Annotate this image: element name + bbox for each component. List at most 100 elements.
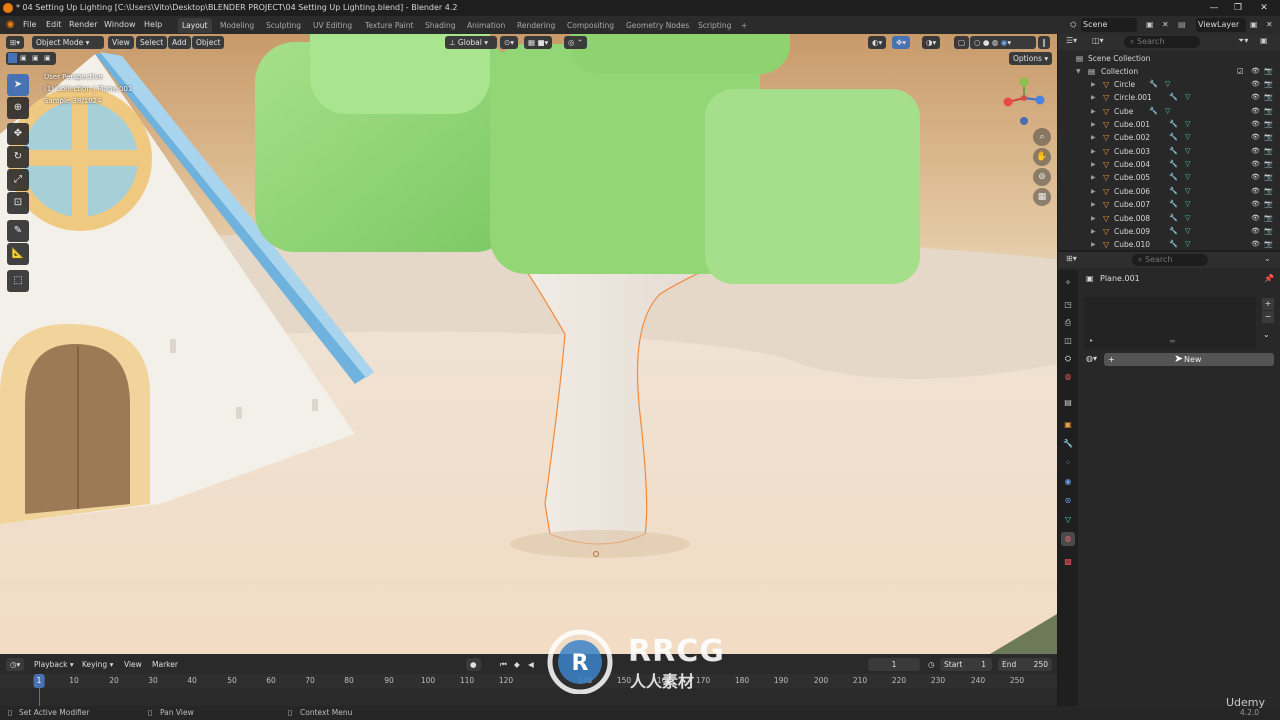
prev-keyframe-icon[interactable]: ◆ bbox=[510, 658, 524, 671]
modifier-wrench-icon[interactable]: 🔧 bbox=[1169, 131, 1178, 144]
add-cube-tool[interactable]: ⬚ bbox=[7, 270, 29, 292]
expand-arrow-icon[interactable]: ▶ bbox=[1091, 91, 1096, 104]
jump-start-icon[interactable]: ⏮ bbox=[496, 658, 511, 671]
scale-tool[interactable]: ⤢ bbox=[7, 169, 29, 191]
modifier-wrench-icon[interactable]: 🔧 bbox=[1169, 185, 1178, 198]
start-frame-field[interactable]: Start 1 bbox=[940, 658, 992, 671]
modifier-tab-icon[interactable]: 🔧 bbox=[1061, 437, 1075, 451]
current-frame-field[interactable]: 1 bbox=[868, 658, 920, 671]
modifier-wrench-icon[interactable]: 🔧 bbox=[1169, 238, 1178, 251]
eye-icon[interactable]: 👁 bbox=[1251, 105, 1260, 118]
frame-ruler[interactable]: 1 10 20 30 40 50 60 70 80 90 100 110 120… bbox=[0, 674, 1057, 688]
viewport-menu-select[interactable]: Select bbox=[136, 36, 168, 49]
collection-tab-icon[interactable]: ▤ bbox=[1061, 396, 1075, 410]
mesh-data-icon[interactable]: ▽ bbox=[1185, 185, 1190, 198]
modifier-wrench-icon[interactable]: 🔧 bbox=[1149, 105, 1158, 118]
maximize-icon[interactable]: ❐ bbox=[1226, 0, 1250, 16]
tab-shading[interactable]: Shading bbox=[421, 18, 459, 33]
outliner-editor-icon[interactable]: ☰▾ bbox=[1066, 36, 1077, 45]
tab-animation[interactable]: Animation bbox=[463, 18, 509, 33]
modifier-wrench-icon[interactable]: 🔧 bbox=[1169, 158, 1178, 171]
object-mode-dropdown[interactable]: Object Mode ▾ bbox=[32, 36, 104, 49]
menu-render[interactable]: Render bbox=[69, 16, 97, 34]
outliner-item[interactable]: ▶ ▽ Circle.001 🔧 ▽ 👁 📷 bbox=[1058, 91, 1280, 104]
outliner-item[interactable]: ▶ ▽ Cube.007 🔧 ▽ 👁 📷 bbox=[1058, 198, 1280, 211]
scene-field[interactable]: Scene bbox=[1081, 18, 1137, 32]
eye-icon[interactable]: 👁 bbox=[1251, 91, 1260, 104]
eye-icon[interactable]: 👁 bbox=[1251, 131, 1260, 144]
rotate-tool[interactable]: ↻ bbox=[7, 146, 29, 168]
timeline-menu-keying[interactable]: Keying ▾ bbox=[78, 658, 117, 671]
menu-edit[interactable]: Edit bbox=[46, 16, 62, 34]
expand-arrow-icon[interactable]: ▶ bbox=[1091, 118, 1096, 131]
mesh-data-icon[interactable]: ▽ bbox=[1185, 212, 1190, 225]
close-icon[interactable]: ✕ bbox=[1252, 0, 1276, 16]
menu-file[interactable]: File bbox=[23, 16, 36, 34]
camera-icon[interactable]: 📷 bbox=[1264, 185, 1273, 198]
mesh-data-icon[interactable]: ▽ bbox=[1185, 198, 1190, 211]
editor-type-icon[interactable]: ⊞▾ bbox=[6, 36, 25, 49]
overlay-toggle-icon[interactable]: ◑▾ bbox=[922, 36, 941, 49]
eye-icon[interactable]: 👁 bbox=[1251, 158, 1260, 171]
play-reverse-icon[interactable]: ◀ bbox=[524, 658, 538, 671]
mesh-data-icon[interactable]: ▽ bbox=[1185, 238, 1190, 251]
modifier-wrench-icon[interactable]: 🔧 bbox=[1169, 91, 1178, 104]
camera-icon[interactable]: 📷 bbox=[1264, 131, 1273, 144]
world-tab-icon[interactable]: ◍ bbox=[1061, 370, 1075, 384]
expand-arrow-icon[interactable]: ▶ bbox=[1091, 131, 1096, 144]
camera-icon[interactable]: 📷 bbox=[1264, 105, 1273, 118]
list-expand-icon[interactable]: ▸ bbox=[1090, 337, 1093, 344]
expand-arrow-icon[interactable]: ▶ bbox=[1091, 238, 1096, 251]
expand-arrow-icon[interactable]: ▶ bbox=[1091, 145, 1096, 158]
outliner-panel[interactable]: ☰▾ ◫▾ ⌕ Search ⏷▾ ▣ ▤ Scene Collection ▼… bbox=[1058, 34, 1280, 250]
constraints-tab-icon[interactable]: ⊛ bbox=[1061, 494, 1075, 508]
delete-scene-icon[interactable]: ✕ bbox=[1162, 16, 1169, 34]
modifier-wrench-icon[interactable]: 🔧 bbox=[1169, 212, 1178, 225]
sidebar-toggle-icon[interactable]: ‖ bbox=[1038, 36, 1050, 49]
collection-row[interactable]: ▼ ▤ Collection ☑ 👁 📷 bbox=[1058, 65, 1280, 78]
properties-search-input[interactable]: ⌕ Search bbox=[1132, 254, 1208, 266]
expand-arrow-icon[interactable]: ▶ bbox=[1091, 171, 1096, 184]
modifier-wrench-icon[interactable]: 🔧 bbox=[1149, 78, 1158, 91]
select-invert-icon[interactable]: ▣ bbox=[44, 54, 51, 62]
ortho-grid-icon[interactable]: ▦ bbox=[1033, 188, 1051, 206]
viewport-menu-view[interactable]: View bbox=[108, 36, 134, 49]
slot-specials-icon[interactable]: ⌄ bbox=[1263, 330, 1270, 339]
tab-geometry-nodes[interactable]: Geometry Nodes bbox=[622, 18, 693, 33]
viewport-menu-add[interactable]: Add bbox=[168, 36, 191, 49]
snap-icon[interactable]: ▦ ■▾ bbox=[524, 36, 553, 49]
end-frame-field[interactable]: End 250 bbox=[998, 658, 1052, 671]
data-tab-icon[interactable]: ▽ bbox=[1061, 513, 1075, 527]
timeline-editor-type-icon[interactable]: ◷▾ bbox=[6, 658, 25, 671]
outliner-search-input[interactable]: ⌕ Search bbox=[1124, 36, 1200, 48]
mesh-data-icon[interactable]: ▽ bbox=[1185, 145, 1190, 158]
axis-gizmo-icon[interactable] bbox=[1000, 74, 1052, 128]
material-slot-list[interactable]: ▸ ═ bbox=[1084, 297, 1256, 349]
expand-arrow-icon[interactable]: ▶ bbox=[1091, 212, 1096, 225]
mesh-data-icon[interactable]: ▽ bbox=[1185, 131, 1190, 144]
options-button[interactable]: Options ▾ bbox=[1009, 52, 1053, 65]
eye-icon[interactable]: 👁 bbox=[1251, 185, 1260, 198]
timeline-menu-view[interactable]: View bbox=[120, 658, 146, 671]
outliner-item[interactable]: ▶ ▽ Cube.009 🔧 ▽ 👁 📷 bbox=[1058, 225, 1280, 238]
tab-sculpting[interactable]: Sculpting bbox=[262, 18, 305, 33]
mesh-data-icon[interactable]: ▽ bbox=[1165, 105, 1170, 118]
expand-arrow-icon[interactable]: ▶ bbox=[1091, 105, 1096, 118]
pan-hand-icon[interactable]: ✋ bbox=[1033, 148, 1051, 166]
camera-icon[interactable]: 📷 bbox=[1264, 171, 1273, 184]
select-subtract-icon[interactable]: ▣ bbox=[32, 54, 39, 62]
expand-arrow-icon[interactable]: ▶ bbox=[1091, 198, 1096, 211]
orientation-dropdown[interactable]: ⊥ Global ▾ bbox=[445, 36, 497, 49]
material-browse-icon[interactable]: ◍▾ bbox=[1086, 354, 1097, 363]
new-scene-icon[interactable]: ▣ bbox=[1146, 16, 1154, 34]
camera-icon[interactable]: 📷 bbox=[1264, 225, 1273, 238]
tab-layout[interactable]: Layout bbox=[178, 18, 212, 33]
mesh-data-icon[interactable]: ▽ bbox=[1185, 225, 1190, 238]
cursor-tool[interactable]: ⊕ bbox=[7, 97, 29, 119]
measure-tool[interactable]: 📐 bbox=[7, 243, 29, 265]
outliner-item[interactable]: ▶ ▽ Cube.001 🔧 ▽ 👁 📷 bbox=[1058, 118, 1280, 131]
remove-slot-button[interactable]: − bbox=[1262, 311, 1274, 323]
eye-icon[interactable]: 👁 bbox=[1251, 238, 1260, 251]
gizmo-toggle-icon[interactable]: ✥▾ bbox=[892, 36, 911, 49]
playhead[interactable]: 1 bbox=[33, 674, 45, 688]
